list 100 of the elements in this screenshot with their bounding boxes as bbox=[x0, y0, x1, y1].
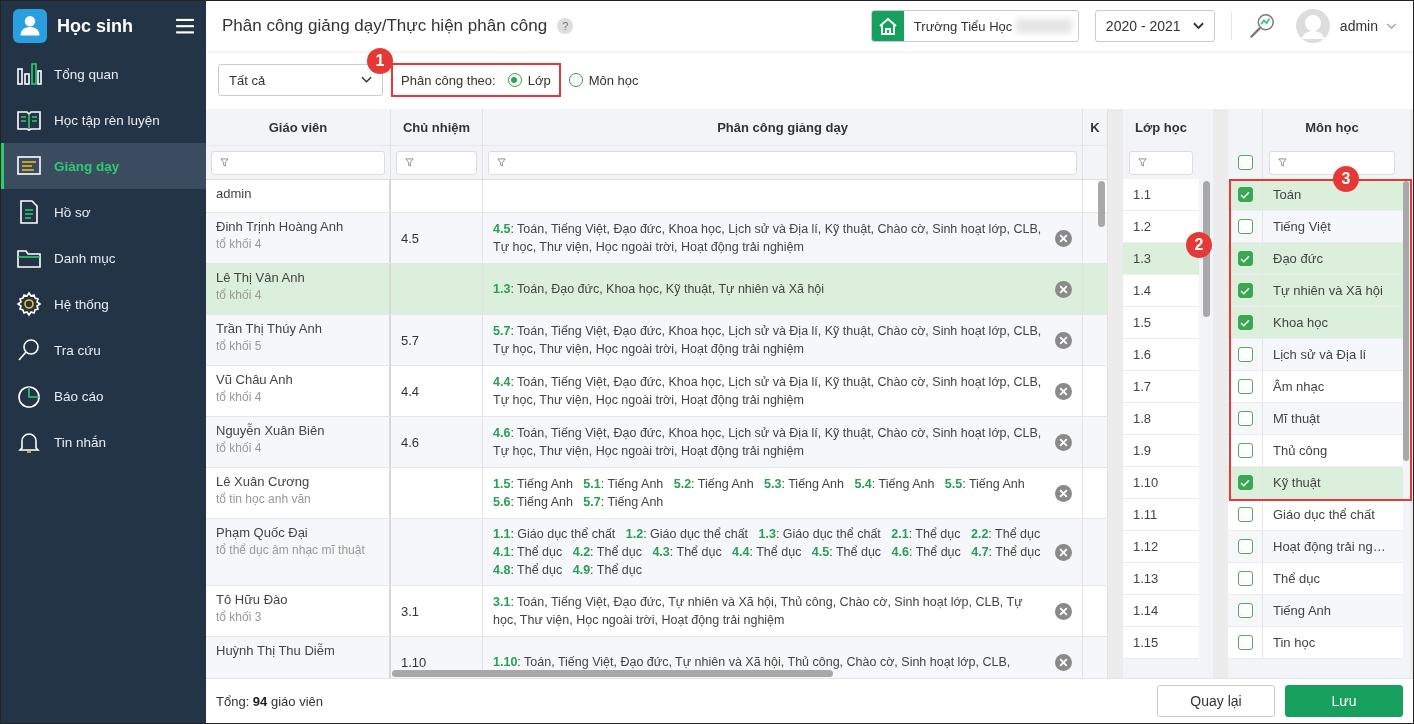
sidebar-item[interactable]: Tổng quan bbox=[1, 51, 206, 97]
gear-icon bbox=[16, 291, 42, 317]
search-chart-icon[interactable] bbox=[1247, 12, 1276, 40]
checkbox[interactable] bbox=[1237, 475, 1253, 490]
class-item[interactable]: 1.8 bbox=[1123, 403, 1199, 435]
user-name[interactable]: admin bbox=[1339, 18, 1378, 34]
checkbox[interactable] bbox=[1237, 603, 1253, 618]
scrollbar[interactable] bbox=[1098, 181, 1105, 227]
checkbox[interactable] bbox=[1237, 347, 1253, 362]
table-row[interactable] bbox=[206, 519, 1108, 586]
total-count: Tổng: 94 giáo viên bbox=[216, 693, 323, 709]
class-item[interactable]: 1.14 bbox=[1123, 595, 1199, 627]
teacher-group: tổ khối 4 bbox=[216, 288, 379, 302]
remove-icon[interactable] bbox=[1055, 543, 1072, 561]
filter-icon bbox=[220, 158, 229, 167]
teacher-name: admin bbox=[216, 186, 253, 201]
class-item[interactable]: 1.11 bbox=[1123, 499, 1199, 531]
checkbox[interactable] bbox=[1237, 635, 1253, 650]
scrollbar[interactable] bbox=[392, 670, 833, 677]
remove-icon[interactable] bbox=[1055, 602, 1072, 620]
assignment-text: 1.10: Toán, Tiếng Việt, Đạo đức, Tự nhiên và Xã hội, Thủ công, Chào cờ, Sinh hoạt lớp, CLB, bbox=[493, 654, 1011, 671]
checkbox[interactable] bbox=[1237, 187, 1253, 202]
school-button[interactable]: Trường Tiểu Học bbox=[870, 10, 1079, 42]
teacher-name: Phạm Quốc Đại bbox=[216, 525, 309, 540]
assignment-text: 3.1: Toán, Tiếng Việt, Đạo đức, Tự nhiên và Xã hội, Thủ công, Chào cờ, Sinh hoạt lớp, CLB, Tự học, Thư viện, Học ngoài trời, Hoạt động trải nghiệm bbox=[493, 594, 1024, 629]
checkbox[interactable] bbox=[1237, 251, 1253, 266]
teacher-group: tổ khối 3 bbox=[216, 610, 379, 624]
class-item[interactable]: 1.15 bbox=[1123, 627, 1199, 659]
class-item[interactable]: 1.4 bbox=[1123, 275, 1199, 307]
table-row[interactable]: Trần Thị Thúy Anh tổ khối 5 5.7 5.7: Toán, Tiếng Việt, Đạo đức, Khoa học, Lịch sử và Địa lí, Kỹ thuật, Chào cờ, Sinh hoạt lớp, CLB, Tự học, Thư viện, Học ngoài trời, Hoạt động trải nghiệm bbox=[206, 315, 1108, 366]
teacher-group: tổ khối 4 bbox=[216, 237, 379, 251]
table-row[interactable]: Huỳnh Thị Thu Diễm 1.10 1.10: Toán, Tiếng Việt, Đạo đức, Tự nhiên và Xã hội, Thủ công, Chào cờ, Sinh hoạt lớp, CLB, bbox=[206, 637, 1108, 678]
class-item[interactable]: 1.13 bbox=[1123, 563, 1199, 595]
pie-chart-icon bbox=[16, 383, 42, 409]
checkbox[interactable] bbox=[1237, 411, 1253, 426]
table-row[interactable]: Đinh Trịnh Hoàng Anh tổ khối 4 4.5 4.5: Toán, Tiếng Việt, Đạo đức, Khoa học, Lịch sử và Địa lí, Kỹ thuật, Chào cờ, Sinh hoạt lớp, CLB, Tự học, Thư viện, Học ngoài trời, Hoạt động trải nghiệm bbox=[206, 213, 1108, 264]
class-item[interactable]: 1.12 bbox=[1123, 531, 1199, 563]
chevron-down-icon bbox=[1192, 22, 1204, 30]
subject-name: Âm nhạc bbox=[1273, 379, 1325, 394]
blurred-text bbox=[1016, 19, 1073, 33]
class-item[interactable]: 1.1 bbox=[1123, 179, 1199, 211]
sidebar-item[interactable]: Hệ thống bbox=[1, 281, 206, 327]
remove-icon[interactable] bbox=[1055, 229, 1072, 247]
checkbox[interactable] bbox=[1237, 571, 1253, 586]
homeroom-class: 5.7 bbox=[401, 332, 420, 348]
house-icon bbox=[871, 11, 904, 41]
sidebar-item[interactable]: Tra cứu bbox=[1, 327, 206, 373]
class-item[interactable]: 1.6 bbox=[1123, 339, 1199, 371]
radio-option[interactable]: Môn học bbox=[568, 72, 639, 88]
checkbox[interactable] bbox=[1237, 379, 1253, 394]
teacher-group: tổ thể dục âm nhạc mĩ thuật bbox=[216, 543, 379, 557]
subject-name: Thủ công bbox=[1273, 443, 1328, 458]
table-row[interactable]: Lê Thị Vân Anh tổ khối 4 1.3: Toán, Đạo đức, Khoa học, Kỹ thuật, Tự nhiên và Xã hội bbox=[206, 264, 1108, 315]
sidebar-item[interactable]: Tin nhắn bbox=[1, 419, 206, 465]
checkbox[interactable] bbox=[1237, 443, 1253, 458]
column-header: Môn học bbox=[1305, 120, 1359, 135]
checkbox[interactable] bbox=[1237, 315, 1253, 330]
checkbox[interactable] bbox=[1237, 539, 1253, 554]
remove-icon[interactable] bbox=[1055, 653, 1072, 671]
teacher-group: tổ khối 4 bbox=[216, 441, 379, 455]
subject-name: Lịch sử và Địa lí bbox=[1273, 347, 1367, 362]
filter-icon bbox=[405, 158, 414, 167]
filter-field[interactable] bbox=[396, 150, 477, 175]
checkbox[interactable] bbox=[1237, 219, 1253, 234]
chevron-down-icon[interactable] bbox=[1386, 22, 1397, 30]
sidebar-item[interactable]: Danh mục bbox=[1, 235, 206, 281]
footer-button[interactable]: Quay lại bbox=[1157, 685, 1275, 717]
table-row[interactable]: Nguyễn Xuân Biên tổ khối 4 4.6 4.6: Toán, Tiếng Việt, Đạo đức, Khoa học, Lịch sử và Địa lí, Kỹ thuật, Chào cờ, Sinh hoạt lớp, CLB, Tự học, Thư viện, Học ngoài trời, Hoạt động trải nghiệm bbox=[206, 417, 1108, 468]
remove-icon[interactable] bbox=[1055, 280, 1072, 298]
filter-field[interactable] bbox=[1129, 150, 1193, 175]
remove-icon[interactable] bbox=[1055, 433, 1072, 451]
filter-field[interactable] bbox=[211, 150, 385, 175]
menu-icon[interactable] bbox=[176, 18, 194, 34]
remove-icon[interactable] bbox=[1055, 331, 1072, 349]
checkbox[interactable] bbox=[1237, 155, 1253, 170]
year-select[interactable]: 2020 - 2021 bbox=[1094, 10, 1215, 42]
remove-icon[interactable] bbox=[1055, 484, 1072, 502]
checkbox[interactable] bbox=[1237, 283, 1253, 298]
assignment-text: 4.6: Toán, Tiếng Việt, Đạo đức, Khoa học, Lịch sử và Địa lí, Kỹ thuật, Chào cờ, Sinh hoạt lớp, CLB, Tự học, Thư viện, Học ngoài trời, Hoạt động trải nghiệm bbox=[493, 425, 1043, 460]
class-item[interactable]: 1.10 bbox=[1123, 467, 1199, 499]
filter-field[interactable] bbox=[488, 150, 1077, 175]
radio-option[interactable]: Lớp bbox=[507, 72, 551, 88]
class-item[interactable]: 1.5 bbox=[1123, 307, 1199, 339]
column-header: K bbox=[1090, 119, 1100, 135]
sidebar-item[interactable]: Báo cáo bbox=[1, 373, 206, 419]
subject-name: Tiếng Anh bbox=[1273, 603, 1332, 618]
class-item[interactable]: 1.7 bbox=[1123, 371, 1199, 403]
sidebar-item[interactable]: Hồ sơ bbox=[1, 189, 206, 235]
column-header: Lớp học bbox=[1135, 120, 1187, 135]
class-item[interactable]: 1.9 bbox=[1123, 435, 1199, 467]
checkbox[interactable] bbox=[1237, 507, 1253, 522]
sidebar-item[interactable]: Học tập rèn luyện bbox=[1, 97, 206, 143]
assignment-text: 1.3: Toán, Đạo đức, Khoa học, Kỹ thuật, Tự nhiên và Xã hội bbox=[493, 281, 825, 298]
sidebar-item[interactable]: Giảng dạy bbox=[1, 143, 206, 189]
remove-icon[interactable] bbox=[1055, 382, 1072, 400]
app-name: Học sinh bbox=[57, 15, 134, 37]
subject-name: Tự nhiên và Xã hội bbox=[1273, 283, 1383, 298]
scrollbar[interactable] bbox=[1403, 181, 1409, 461]
subject-name: Kỹ thuật bbox=[1273, 475, 1321, 490]
column-header: Phân công giảng dạy bbox=[717, 119, 848, 135]
